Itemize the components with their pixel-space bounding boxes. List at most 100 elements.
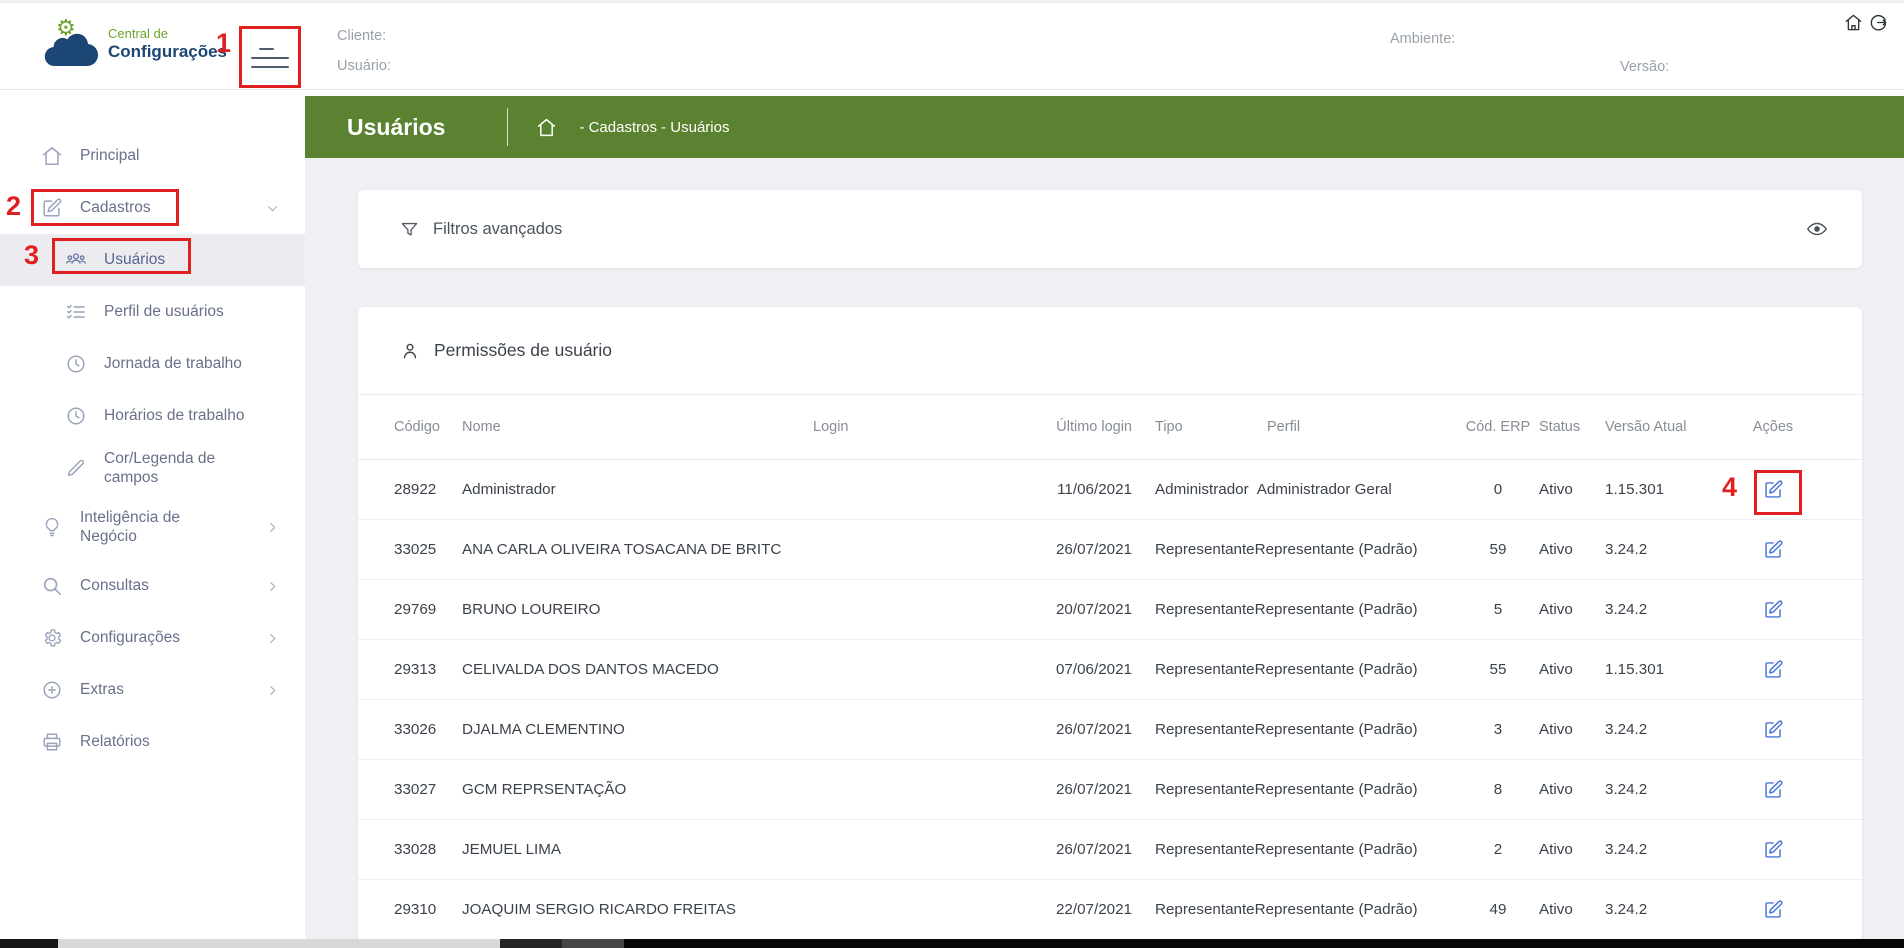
- chevron-down-icon: [266, 202, 279, 215]
- advanced-filters-panel[interactable]: Filtros avançados: [358, 190, 1862, 268]
- chevron-right-icon: [266, 580, 279, 593]
- edit-square-icon: [40, 196, 64, 220]
- edit-user-button[interactable]: [1759, 475, 1788, 504]
- cell-ultimo-login: 26/07/2021: [1040, 541, 1155, 558]
- usuario-label: Usuário:: [337, 58, 391, 74]
- edit-icon: [1763, 899, 1784, 920]
- cell-perfil: Representante (Padrão): [1255, 721, 1418, 738]
- edit-user-button[interactable]: [1759, 655, 1788, 684]
- cell-cod-erp: 5: [1457, 601, 1539, 618]
- sidebar-item-label: Relatórios: [80, 732, 150, 751]
- cell-perfil: Representante (Padrão): [1255, 901, 1418, 918]
- cell-cod-erp: 55: [1457, 661, 1539, 678]
- sidebar-item-relatorios[interactable]: Relatórios: [0, 716, 305, 768]
- cell-ultimo-login: 26/07/2021: [1040, 841, 1155, 858]
- edit-user-button[interactable]: [1759, 715, 1788, 744]
- col-status: Status: [1539, 419, 1605, 435]
- sidebar-item-principal[interactable]: Principal: [0, 130, 305, 182]
- chevron-right-icon: [266, 684, 279, 697]
- cell-ultimo-login: 20/07/2021: [1040, 601, 1155, 618]
- cell-cod-erp: 49: [1457, 901, 1539, 918]
- pen-icon: [64, 456, 88, 480]
- cell-nome: CELIVALDA DOS DANTOS MACEDO: [462, 661, 813, 678]
- cell-status: Ativo: [1539, 661, 1605, 678]
- cell-cod-erp: 0: [1457, 481, 1539, 498]
- banner-divider: [507, 108, 508, 146]
- cell-perfil: Representante (Padrão): [1255, 781, 1418, 798]
- col-codigo: Código: [394, 419, 462, 435]
- table-header-row: Código Nome Login Último login Tipo Perf…: [358, 395, 1862, 460]
- cell-tipo: Administrador: [1155, 481, 1249, 498]
- sidebar-item-perfil-de-usuarios[interactable]: Perfil de usuários: [0, 286, 305, 338]
- funnel-icon: [400, 220, 419, 239]
- sidebar-item-extras[interactable]: Extras: [0, 664, 305, 716]
- sidebar-item-jornada-de-trabalho[interactable]: Jornada de trabalho: [0, 338, 305, 390]
- search-icon: [40, 574, 64, 598]
- scrollbar-thumb[interactable]: [58, 939, 500, 948]
- cell-ultimo-login: 26/07/2021: [1040, 781, 1155, 798]
- page-banner: Usuários - Cadastros - Usuários: [305, 96, 1904, 158]
- scrollbar-segment: [500, 939, 562, 948]
- sidebar-item-horarios-de-trabalho[interactable]: Horários de trabalho: [0, 390, 305, 442]
- col-ultimo-login: Último login: [1040, 419, 1155, 435]
- sidebar-item-label: Configurações: [80, 628, 180, 647]
- sidebar-item-configuracoes[interactable]: Configurações: [0, 612, 305, 664]
- cell-codigo: 29313: [394, 661, 462, 678]
- cell-codigo: 33026: [394, 721, 462, 738]
- horizontal-scrollbar[interactable]: [0, 939, 1904, 948]
- sidebar-item-cor-legenda-de-campos[interactable]: Cor/Legenda de campos: [0, 442, 305, 494]
- cell-nome: ANA CARLA OLIVEIRA TOSACANA DE BRITC: [462, 541, 813, 558]
- sidebar-item-label: Extras: [80, 680, 124, 699]
- cell-tipo: Representante: [1155, 661, 1255, 678]
- edit-icon: [1763, 599, 1784, 620]
- cell-status: Ativo: [1539, 481, 1605, 498]
- cell-tipo: Representante: [1155, 841, 1255, 858]
- sidebar-item-cadastros[interactable]: Cadastros: [0, 182, 305, 234]
- edit-icon: [1763, 839, 1784, 860]
- logo-text-line1: Central de: [108, 27, 227, 42]
- cell-versao-atual: 3.24.2: [1605, 541, 1745, 558]
- edit-user-button[interactable]: [1759, 595, 1788, 624]
- edit-user-button[interactable]: [1759, 835, 1788, 864]
- sidebar-item-label: Principal: [80, 146, 139, 165]
- cell-tipo: Representante: [1155, 601, 1255, 618]
- sidebar-item-usuarios[interactable]: Usuários: [0, 234, 305, 286]
- cell-tipo-perfil: RepresentanteRepresentante (Padrão): [1155, 661, 1457, 678]
- app-logo: ⚙ Central de Configurações: [40, 21, 270, 77]
- hamburger-icon[interactable]: [251, 41, 291, 75]
- logout-icon[interactable]: [1869, 13, 1888, 35]
- edit-icon: [1763, 659, 1784, 680]
- sidebar-item-inteligencia-de-negocio[interactable]: Inteligência de Negócio: [0, 494, 305, 560]
- scrollbar-segment: [562, 939, 624, 948]
- table-row: 33027 GCM REPRSENTAÇÃO 26/07/2021 Repres…: [358, 760, 1862, 820]
- cell-status: Ativo: [1539, 601, 1605, 618]
- cell-tipo-perfil: RepresentanteRepresentante (Padrão): [1155, 781, 1457, 798]
- cell-versao-atual: 1.15.301: [1605, 661, 1745, 678]
- cell-nome: GCM REPRSENTAÇÃO: [462, 781, 813, 798]
- cell-versao-atual: 1.15.301: [1605, 481, 1745, 498]
- cell-nome: JOAQUIM SERGIO RICARDO FREITAS: [462, 901, 813, 918]
- sidebar-item-consultas[interactable]: Consultas: [0, 560, 305, 612]
- table-row: 29769 BRUNO LOUREIRO 20/07/2021 Represen…: [358, 580, 1862, 640]
- bulb-icon: [40, 515, 64, 539]
- sidebar-item-label: Cor/Legenda de campos: [104, 449, 254, 488]
- eye-icon[interactable]: [1806, 218, 1828, 240]
- home-icon[interactable]: [536, 117, 557, 138]
- cell-status: Ativo: [1539, 721, 1605, 738]
- table-row: 33028 JEMUEL LIMA 26/07/2021 Representan…: [358, 820, 1862, 880]
- cell-tipo-perfil: AdministradorAdministrador Geral: [1155, 481, 1457, 498]
- clock-icon: [64, 404, 88, 428]
- cell-nome: DJALMA CLEMENTINO: [462, 721, 813, 738]
- cell-tipo-perfil: RepresentanteRepresentante (Padrão): [1155, 841, 1457, 858]
- sidebar-item-label: Jornada de trabalho: [104, 354, 242, 373]
- cell-codigo: 33028: [394, 841, 462, 858]
- edit-user-button[interactable]: [1759, 895, 1788, 924]
- home-icon[interactable]: [1844, 13, 1863, 35]
- checklist-icon: [64, 300, 88, 324]
- sidebar-item-label: Perfil de usuários: [104, 302, 224, 321]
- col-login: Login: [813, 419, 1040, 435]
- edit-user-button[interactable]: [1759, 535, 1788, 564]
- cell-versao-atual: 3.24.2: [1605, 901, 1745, 918]
- edit-user-button[interactable]: [1759, 775, 1788, 804]
- edit-icon: [1763, 779, 1784, 800]
